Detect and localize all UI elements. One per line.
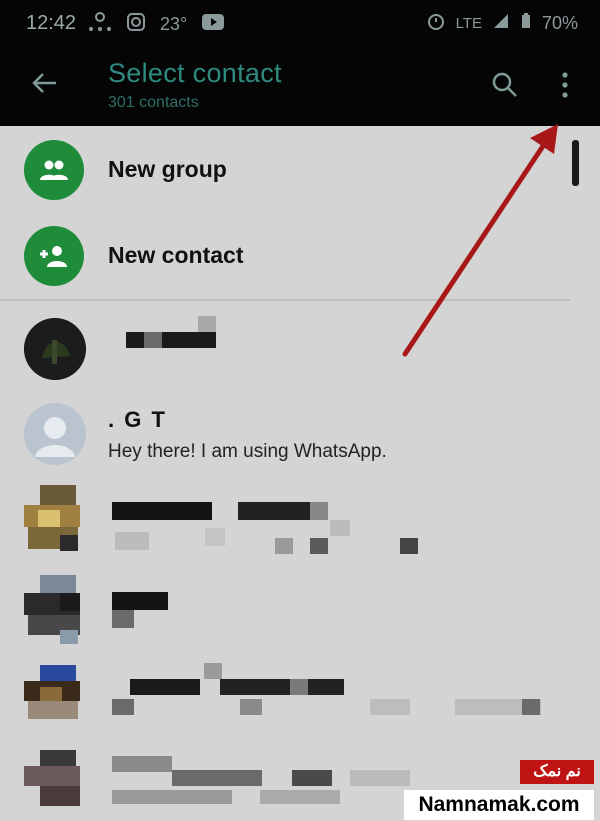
new-contact-row[interactable]: New contact [0,212,600,298]
list-item[interactable] [0,655,600,735]
watermark-site: Namnamak.com [404,790,594,820]
battery-percent: 70% [541,13,578,33]
status-time: 12:42 [26,12,77,34]
arrow-left-icon[interactable] [30,68,60,98]
list-item[interactable] [0,570,600,650]
contact-status: Hey there! I am using WhatsApp. [108,441,387,462]
avatar [24,318,86,380]
watermark-persian: نم نمک [520,760,594,784]
group-icon [24,140,84,200]
new-group-label: New group [108,156,227,182]
youtube-icon [201,13,225,36]
alarm-icon [426,11,446,36]
app-bar: Select contact 301 contacts [0,46,600,126]
new-group-row[interactable]: New group [0,126,600,212]
avatar [24,403,86,465]
more-vertical-icon[interactable] [555,68,575,102]
add-contact-icon [24,226,84,286]
divider [0,299,570,301]
search-icon[interactable] [490,70,520,100]
signal-icon [492,12,510,35]
list-item[interactable] [0,310,600,390]
notification-zero-icon [88,11,112,38]
status-bar: 12:42 23° LTE 70% [0,0,600,46]
contact-name: . G T [108,407,167,432]
battery-icon [520,12,532,35]
contacts-count: 301 contacts [108,94,199,111]
temperature-text: 23° [160,14,188,34]
list-item[interactable]: . G T Hey there! I am using WhatsApp. [0,395,600,475]
network-text: LTE [455,15,482,32]
page-title: Select contact [108,58,282,88]
new-contact-label: New contact [108,242,244,268]
instagram-icon [126,12,146,37]
list-item[interactable] [0,480,600,570]
